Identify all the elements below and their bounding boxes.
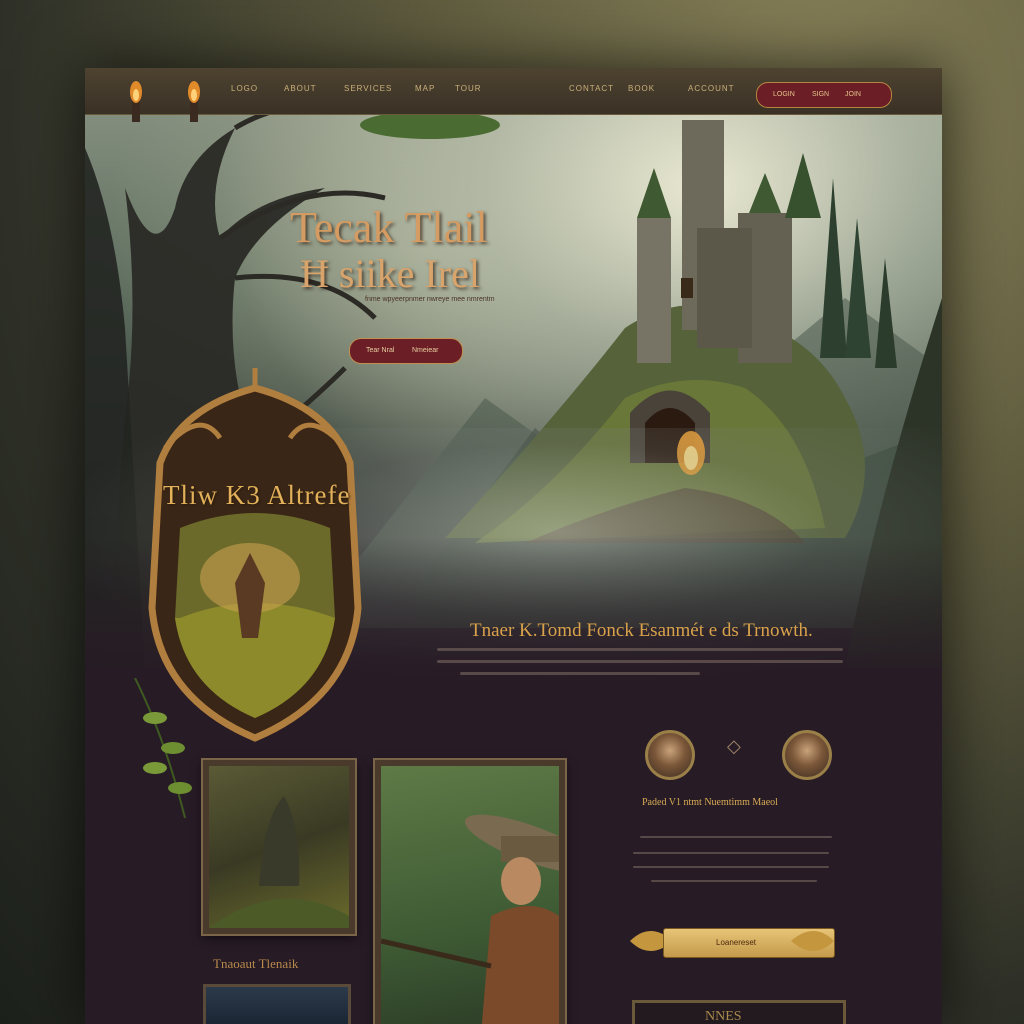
leaf-icon — [791, 931, 834, 951]
section-text-line — [437, 648, 843, 651]
section-text-line — [437, 660, 843, 663]
ranger-image — [380, 814, 598, 1024]
gallery-thumbnail[interactable] — [203, 984, 351, 1024]
nav-item-tour[interactable]: TOUR — [455, 84, 482, 93]
nav-item-about[interactable]: ABOUT — [284, 84, 317, 93]
testimonial-text-line — [633, 852, 829, 854]
nav-item-contact[interactable]: CONTACT — [569, 84, 614, 93]
testimonial-text-line — [640, 836, 832, 838]
testimonial-text-line — [633, 866, 829, 868]
hero-button-label-right: Nmeiear — [412, 347, 439, 354]
navbar: LOGO ABOUT SERVICES MAP TOUR CONTACT BOO… — [85, 68, 942, 115]
nav-item-services[interactable]: SERVICES — [344, 84, 392, 93]
hero-cta-button[interactable]: Tear Nral Nmeiear — [349, 338, 463, 364]
section-title: Tnaer K.Tomd Fonck Esanmét e ds Trnowth. — [470, 620, 813, 641]
torch-icon — [130, 81, 142, 122]
page: Tecak Tlail Ħ siike Irel fnme wpyeerpnme… — [85, 68, 942, 1024]
nav-cta-label-3: JOIN — [845, 91, 861, 98]
gallery-image[interactable] — [201, 758, 357, 936]
footer-panel-label: NNES — [705, 1009, 742, 1024]
nav-item-account[interactable]: ACCOUNT — [688, 84, 735, 93]
nav-cta-button[interactable]: LOGIN SIGN JOIN — [756, 82, 892, 108]
leaf-icon — [134, 678, 192, 818]
hero-subtitle: fnme wpyeerpnmer nwreye mee nmrentm — [365, 296, 495, 303]
gallery-caption: Tnaoaut Tlenaik — [213, 956, 299, 971]
testimonial-text-line — [651, 880, 817, 882]
hero-title-line1: Tecak Tlail — [290, 203, 488, 252]
banner-label: Loanereset — [716, 938, 757, 947]
hero-button-label-left: Tear Nral — [366, 347, 395, 354]
hero-title-line2: Ħ siike Irel — [300, 251, 480, 296]
avatar[interactable] — [645, 730, 695, 780]
nav-item-book[interactable]: BOOK — [628, 84, 655, 93]
avatar[interactable] — [782, 730, 832, 780]
nav-cta-label-1: LOGIN — [773, 91, 795, 98]
gallery-image[interactable] — [373, 758, 598, 1024]
creature-image — [209, 796, 349, 928]
section-text-line — [460, 672, 700, 675]
torch-icon — [188, 81, 200, 122]
testimonial-title: Paded V1 ntmt Nuemtimm Maeol — [642, 797, 778, 808]
nav-logo[interactable]: LOGO — [231, 84, 258, 93]
nav-item-map[interactable]: MAP — [415, 84, 435, 93]
shield-title: Tliw K3 Altrefe — [163, 480, 351, 510]
nav-cta-label-2: SIGN — [812, 91, 830, 98]
footer-panel: NNES — [632, 1000, 846, 1024]
diamond-icon: ◇ — [727, 736, 741, 756]
